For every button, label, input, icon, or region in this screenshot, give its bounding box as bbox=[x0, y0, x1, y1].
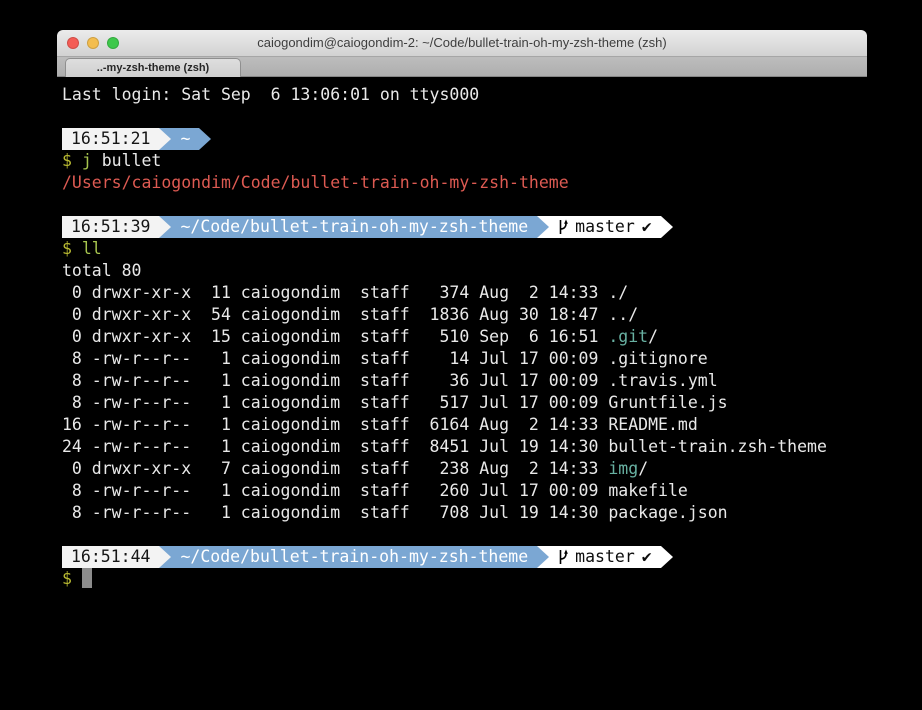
file-name: ../ bbox=[608, 305, 638, 324]
file-row: 8 -rw-r--r-- 1 caiogondim staff 36 Jul 1… bbox=[62, 370, 867, 392]
file-row: 8 -rw-r--r-- 1 caiogondim staff 14 Jul 1… bbox=[62, 348, 867, 370]
prompt-line-1: 16:51:21 ~ bbox=[62, 128, 867, 150]
command-line-current[interactable]: $ bbox=[62, 568, 867, 590]
terminal-window: caiogondim@caiogondim-2: ~/Code/bullet-t… bbox=[57, 30, 867, 702]
prompt-git-segment: master ✔ bbox=[549, 546, 661, 568]
command-line-1: $ j bullet bbox=[62, 150, 867, 172]
git-branch-icon bbox=[558, 549, 568, 565]
prompt-path-segment: ~ bbox=[171, 128, 199, 150]
prompt-git-segment: master ✔ bbox=[549, 216, 661, 238]
blank-line bbox=[62, 106, 867, 128]
file-name: makefile bbox=[608, 481, 687, 500]
file-row: 8 -rw-r--r-- 1 caiogondim staff 708 Jul … bbox=[62, 502, 867, 524]
prompt-line-3: 16:51:44 ~/Code/bullet-train-oh-my-zsh-t… bbox=[62, 546, 867, 568]
prompt-path-segment: ~/Code/bullet-train-oh-my-zsh-theme bbox=[171, 546, 537, 568]
file-row: 0 drwxr-xr-x 11 caiogondim staff 374 Aug… bbox=[62, 282, 867, 304]
file-name: README.md bbox=[608, 415, 697, 434]
powerline-separator-icon bbox=[661, 546, 673, 568]
file-name: bullet-train.zsh-theme bbox=[608, 437, 827, 456]
powerline-separator-icon bbox=[159, 546, 171, 568]
git-branch-label: master bbox=[575, 546, 635, 568]
prompt-symbol: $ bbox=[62, 239, 72, 258]
terminal-content[interactable]: Last login: Sat Sep 6 13:06:01 on ttys00… bbox=[57, 77, 867, 590]
file-name: package.json bbox=[608, 503, 727, 522]
titlebar[interactable]: caiogondim@caiogondim-2: ~/Code/bullet-t… bbox=[57, 30, 867, 57]
powerline-separator-icon bbox=[199, 128, 211, 150]
file-name: .travis.yml bbox=[608, 371, 717, 390]
minimize-icon[interactable] bbox=[87, 37, 99, 49]
command-output-path: /Users/caiogondim/Code/bullet-train-oh-m… bbox=[62, 172, 867, 194]
command-line-2: $ ll bbox=[62, 238, 867, 260]
file-row: 0 drwxr-xr-x 15 caiogondim staff 510 Sep… bbox=[62, 326, 867, 348]
blank-line bbox=[62, 194, 867, 216]
tab-zsh[interactable]: ..-my-zsh-theme (zsh) bbox=[65, 58, 241, 77]
file-name: Gruntfile.js bbox=[608, 393, 727, 412]
command-text: ll bbox=[72, 239, 102, 258]
powerline-separator-icon bbox=[537, 546, 549, 568]
file-row: 8 -rw-r--r-- 1 caiogondim staff 260 Jul … bbox=[62, 480, 867, 502]
tab-bar: ..-my-zsh-theme (zsh) bbox=[57, 57, 867, 77]
file-row: 8 -rw-r--r-- 1 caiogondim staff 517 Jul … bbox=[62, 392, 867, 414]
prompt-time-segment: 16:51:44 bbox=[62, 546, 159, 568]
window-title: caiogondim@caiogondim-2: ~/Code/bullet-t… bbox=[57, 30, 867, 56]
total-line: total 80 bbox=[62, 260, 867, 282]
prompt-symbol: $ bbox=[62, 569, 72, 588]
file-row: 0 drwxr-xr-x 7 caiogondim staff 238 Aug … bbox=[62, 458, 867, 480]
file-name: .git bbox=[608, 327, 648, 346]
prompt-symbol: $ bbox=[62, 151, 72, 170]
last-login-line: Last login: Sat Sep 6 13:06:01 on ttys00… bbox=[62, 84, 867, 106]
powerline-separator-icon bbox=[661, 216, 673, 238]
file-name: .gitignore bbox=[608, 349, 707, 368]
powerline-separator-icon bbox=[159, 128, 171, 150]
git-branch-icon bbox=[558, 219, 568, 235]
file-row: 16 -rw-r--r-- 1 caiogondim staff 6164 Au… bbox=[62, 414, 867, 436]
prompt-path-segment: ~/Code/bullet-train-oh-my-zsh-theme bbox=[171, 216, 537, 238]
blank-line bbox=[62, 524, 867, 546]
command-args: bullet bbox=[92, 151, 162, 170]
powerline-separator-icon bbox=[537, 216, 549, 238]
powerline-separator-icon bbox=[159, 216, 171, 238]
git-clean-check-icon: ✔ bbox=[642, 216, 652, 238]
git-branch-label: master bbox=[575, 216, 635, 238]
file-row: 0 drwxr-xr-x 54 caiogondim staff 1836 Au… bbox=[62, 304, 867, 326]
git-clean-check-icon: ✔ bbox=[642, 546, 652, 568]
file-row: 24 -rw-r--r-- 1 caiogondim staff 8451 Ju… bbox=[62, 436, 867, 458]
file-name: img bbox=[608, 459, 638, 478]
prompt-time-segment: 16:51:21 bbox=[62, 128, 159, 150]
prompt-line-2: 16:51:39 ~/Code/bullet-train-oh-my-zsh-t… bbox=[62, 216, 867, 238]
file-name: ./ bbox=[608, 283, 628, 302]
zoom-icon[interactable] bbox=[107, 37, 119, 49]
command-text: j bbox=[72, 151, 92, 170]
close-icon[interactable] bbox=[67, 37, 79, 49]
prompt-time-segment: 16:51:39 bbox=[62, 216, 159, 238]
traffic-lights bbox=[67, 37, 119, 49]
cursor-block bbox=[82, 568, 92, 588]
